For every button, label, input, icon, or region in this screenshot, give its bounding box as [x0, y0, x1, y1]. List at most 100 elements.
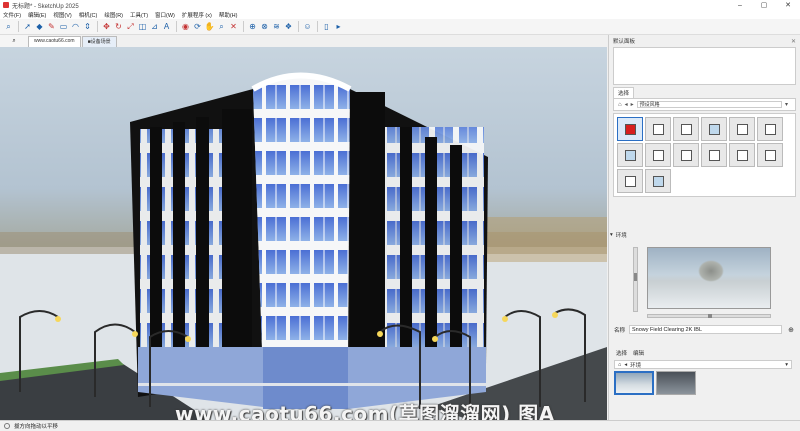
menu-view[interactable]: 视图(V)	[53, 11, 71, 19]
style-thumb[interactable]	[673, 117, 699, 141]
tape-measure-icon[interactable]: ⊿	[149, 21, 160, 32]
status-bar: 拔方向拖动以平移	[0, 420, 800, 431]
env-horizontal-slider[interactable]	[647, 314, 771, 318]
style-thumb[interactable]	[617, 169, 643, 193]
status-hint: 拔方向拖动以平移	[14, 424, 59, 430]
environment-thumb[interactable]	[656, 371, 696, 395]
minimize-icon[interactable]: –	[728, 0, 752, 10]
user-icon[interactable]: ☺	[302, 21, 313, 32]
style-thumb[interactable]	[617, 143, 643, 167]
select-arrow-icon[interactable]: ➚	[22, 21, 33, 32]
environment-name-row: 名称 Snowy Field Clearing 2K IBL ⊕	[614, 325, 794, 334]
style-thumb[interactable]	[617, 117, 643, 141]
menu-file[interactable]: 文件(F)	[3, 11, 21, 19]
tab-scene-1[interactable]: www.caotu66.com	[28, 36, 81, 47]
menu-window[interactable]: 窗口(W)	[155, 11, 175, 19]
eraser-icon[interactable]: ◆	[34, 21, 45, 32]
target-icon[interactable]: ⊕	[788, 326, 794, 334]
forward-icon[interactable]: ▸	[631, 101, 634, 108]
search-icon: ⌕	[12, 37, 16, 44]
style-description-box[interactable]	[613, 47, 796, 85]
zoom-extents-icon[interactable]: ✕	[228, 21, 239, 32]
back-icon[interactable]: ◂	[625, 101, 628, 108]
slider-thumb[interactable]	[634, 273, 637, 281]
info-icon[interactable]	[4, 423, 10, 429]
tray-title: 默认面板	[613, 39, 636, 45]
style-thumb[interactable]	[673, 143, 699, 167]
environment-name-field[interactable]: Snowy Field Clearing 2K IBL	[629, 325, 783, 334]
menu-edit[interactable]: 编辑(E)	[28, 11, 46, 19]
slider-thumb[interactable]	[708, 314, 712, 318]
push-pull-icon[interactable]: ⇕	[82, 21, 93, 32]
rotate-icon[interactable]: ↻	[113, 21, 124, 32]
title-bar: 无标题* - SketchUp 2025 – ▢ ✕	[0, 0, 800, 10]
environment-subtabs: 选择 编辑	[610, 349, 644, 357]
orbit-icon[interactable]: ⟳	[192, 21, 203, 32]
chevron-down-icon: ▾	[610, 232, 613, 238]
env-vertical-slider[interactable]	[633, 247, 638, 312]
style-thumb[interactable]	[701, 143, 727, 167]
offset-icon[interactable]: ◫	[137, 21, 148, 32]
maximize-icon[interactable]: ▢	[752, 0, 776, 10]
text-icon[interactable]: A	[161, 21, 172, 32]
window-title: 无标题* - SketchUp 2025	[12, 3, 79, 10]
style-thumb[interactable]	[645, 143, 671, 167]
pencil-icon[interactable]: ✎	[46, 21, 57, 32]
style-collection-dropdown[interactable]: 预设风格	[636, 101, 782, 108]
home-icon[interactable]: ⌂	[618, 362, 621, 368]
tab-select[interactable]: 选择	[616, 349, 627, 357]
search-icon[interactable]: ⌕	[3, 21, 14, 32]
3d-viewport[interactable]: www.caotu66.com(草图溜溜网) 图A	[0, 47, 607, 420]
move-icon[interactable]: ✥	[101, 21, 112, 32]
home-icon[interactable]: ⌂	[618, 102, 622, 108]
tab-select[interactable]: 选择	[613, 87, 635, 98]
extension-warehouse-icon[interactable]: ⊗	[259, 21, 270, 32]
collapse-icon[interactable]: ▸	[333, 21, 344, 32]
back-icon[interactable]: ◂	[624, 362, 627, 368]
menu-tools[interactable]: 工具(T)	[130, 11, 148, 19]
style-thumb[interactable]	[757, 117, 783, 141]
warehouse-icon[interactable]: ⊕	[247, 21, 258, 32]
search-button[interactable]: ⌕	[0, 35, 28, 47]
environment-title: 环境	[615, 233, 627, 239]
watermark-text: www.caotu66.com(草图溜溜网) 图A	[175, 402, 555, 420]
tray-header: 默认面板 ✕	[609, 35, 800, 47]
toolbar-divider	[298, 21, 299, 32]
tab-edit[interactable]: 编辑	[633, 349, 644, 357]
tray-close-icon[interactable]: ✕	[791, 38, 796, 45]
window-controls: – ▢ ✕	[728, 0, 800, 10]
scene-tabs: www.caotu66.com ■设备场景	[28, 36, 118, 47]
chevron-down-icon[interactable]: ▾	[785, 362, 788, 368]
environment-collection-dropdown[interactable]: 环境	[630, 361, 785, 369]
menu-bar: 文件(F) 编辑(E) 视图(V) 相机(C) 绘图(R) 工具(T) 窗口(W…	[0, 10, 800, 19]
zoom-icon[interactable]: ⌕	[216, 21, 227, 32]
style-thumb[interactable]	[645, 169, 671, 193]
arc-icon[interactable]: ◠	[70, 21, 81, 32]
styles-subtabs: 选择	[609, 85, 800, 98]
rectangle-icon[interactable]: ▭	[58, 21, 69, 32]
name-label: 名称	[614, 327, 626, 334]
environment-header[interactable]: ▾ 环境	[610, 231, 627, 239]
menu-draw[interactable]: 绘图(R)	[104, 11, 123, 19]
layout-icon[interactable]: ≋	[271, 21, 282, 32]
menu-help[interactable]: 帮助(H)	[219, 11, 238, 19]
menu-extensions[interactable]: 扩展程序 (x)	[182, 11, 212, 19]
menu-camera[interactable]: 相机(C)	[79, 11, 98, 19]
chevron-down-icon[interactable]: ▾	[785, 101, 788, 108]
style-thumb[interactable]	[757, 143, 783, 167]
main-toolbar: ⌕ ➚ ◆ ✎ ▭ ◠ ⇕ ✥ ↻ ⤢ ◫ ⊿ A ◉ ⟳ ✋ ⌕ ✕ ⊕ ⊗ …	[0, 19, 800, 35]
close-icon[interactable]: ✕	[776, 0, 800, 10]
scale-icon[interactable]: ⤢	[125, 21, 136, 32]
document-icon[interactable]: ▯	[321, 21, 332, 32]
tab-scene-2[interactable]: ■设备场景	[81, 36, 117, 47]
paint-bucket-icon[interactable]: ◉	[180, 21, 191, 32]
style-thumb[interactable]	[701, 117, 727, 141]
style-thumb[interactable]	[645, 117, 671, 141]
style-thumb[interactable]	[729, 143, 755, 167]
toolbar-divider	[176, 21, 177, 32]
pan-icon[interactable]: ✋	[204, 21, 215, 32]
environment-thumb[interactable]	[614, 371, 654, 395]
extension-manager-icon[interactable]: ❖	[283, 21, 294, 32]
style-thumb[interactable]	[729, 117, 755, 141]
toolbar-divider	[243, 21, 244, 32]
